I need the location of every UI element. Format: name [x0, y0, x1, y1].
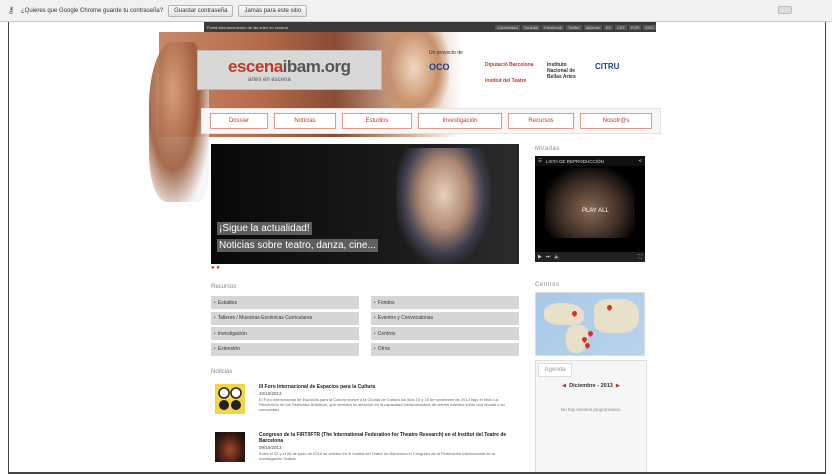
- news-title[interactable]: III Foro Internacional de Espacios para …: [259, 384, 515, 390]
- top-strip-links: Comunidad Youtube Facebook Twitter Idiom…: [495, 24, 656, 30]
- partner-citru-logo[interactable]: CITRU: [595, 62, 619, 71]
- lang-cat[interactable]: CAT: [614, 24, 627, 30]
- video-controls: ▶ ⏭ 🔈 ⛶: [535, 252, 645, 262]
- agenda-empty-message: No hay eventos programados.: [560, 407, 622, 412]
- video-top-bar: ☰ LISTA DE REPRODUCCIÓN ⋖: [535, 156, 645, 166]
- news-body: El Foro Internacional de Espacios para l…: [259, 397, 505, 412]
- noticias-title: Noticias: [211, 369, 233, 375]
- recurso-item[interactable]: Estudios: [211, 296, 359, 309]
- hero-slider[interactable]: ¡Sigue la actualidad! Noticias sobre tea…: [211, 144, 519, 264]
- map-landmass: [544, 303, 584, 325]
- recurso-item[interactable]: Eventos y Convocatorias: [371, 311, 519, 325]
- partners-label: Un proyecto de: [429, 50, 463, 56]
- partners-area: Un proyecto de OCO Diputació Barcelona I…: [429, 50, 659, 90]
- never-save-button[interactable]: Jamás para este sitio: [238, 4, 308, 17]
- nav-investigacion[interactable]: Investigación: [418, 113, 502, 129]
- video-player[interactable]: ☰ LISTA DE REPRODUCCIÓN ⋖ PLAY ALL ▶ ⏭ 🔈…: [535, 156, 645, 262]
- top-link[interactable]: Youtube: [521, 24, 541, 30]
- password-prompt-text: ¿Quieres que Google Chrome guarde tu con…: [21, 7, 164, 14]
- news-date: 09/10/2013: [259, 445, 282, 450]
- partner-diputacio-logo[interactable]: Diputació Barcelona: [485, 62, 535, 68]
- slider-caption-title: ¡Sigue la actualidad!: [217, 222, 312, 235]
- recurso-item[interactable]: Fondos: [371, 296, 519, 309]
- key-icon: ⚷: [7, 5, 15, 15]
- nav-noticias[interactable]: Noticias: [274, 113, 336, 129]
- save-password-button[interactable]: Guardar contraseña: [168, 4, 234, 17]
- partner-institut-logo[interactable]: Institut del Teatre: [485, 78, 526, 84]
- play-icon[interactable]: ▶: [538, 254, 542, 260]
- partner-oco-logo[interactable]: OCO: [429, 62, 450, 72]
- lang-es[interactable]: ES: [603, 24, 613, 30]
- recurso-item[interactable]: Talleres / Muestras Escénicas Curricular…: [211, 311, 359, 325]
- top-link[interactable]: Twitter: [565, 24, 582, 30]
- logo-subtitle: artes en escena: [248, 77, 291, 83]
- close-icon[interactable]: [778, 6, 792, 14]
- logo-text: escenaibam.org: [228, 57, 381, 77]
- miradas-title: Miradas: [535, 146, 560, 152]
- news-thumbnail[interactable]: [215, 432, 245, 462]
- map-landmass: [594, 299, 639, 333]
- centros-map[interactable]: [535, 292, 645, 356]
- top-strip: Portal Iberoamericano de las artes en es…: [204, 22, 656, 32]
- centros-title: Centros: [535, 282, 560, 288]
- logo-red: escena: [228, 57, 283, 76]
- site-logo[interactable]: escenaibam.org artes en escena: [197, 50, 382, 90]
- recursos-title: Recursos: [211, 284, 237, 290]
- nav-nosotros[interactable]: Nosotr@s: [580, 113, 652, 129]
- top-link[interactable]: Facebook: [542, 24, 564, 30]
- nav-recursos[interactable]: Recursos: [508, 113, 574, 129]
- recursos-list: Estudios Fondos Talleres / Muestras Escé…: [211, 296, 523, 356]
- playlist-label: LISTA DE REPRODUCCIÓN: [546, 158, 604, 164]
- partner-inba-logo[interactable]: Instituto Nacional de Bellas Artes: [547, 62, 587, 80]
- news-body: Entre el 22 y el 26 de junio de 2013 se …: [259, 451, 495, 461]
- play-all-label[interactable]: PLAY ALL: [582, 208, 609, 214]
- map-pin-icon[interactable]: [586, 329, 595, 338]
- top-link[interactable]: Comunidad: [495, 24, 520, 30]
- recurso-item[interactable]: Otros: [371, 342, 519, 356]
- news-title[interactable]: Congreso de la FIRT/IFTR (The Internatio…: [259, 432, 515, 444]
- nav-dossier[interactable]: Dossier: [210, 113, 268, 129]
- main-nav: Dossier Noticias Estudios Investigación …: [201, 108, 661, 134]
- browser-viewport: Portal Iberoamericano de las artes en es…: [8, 22, 826, 474]
- news-date: 10/10/2013: [259, 391, 282, 396]
- top-strip-title: Portal Iberoamericano de las artes en es…: [207, 24, 288, 30]
- fullscreen-icon[interactable]: ⛶: [638, 254, 642, 260]
- nav-estudios[interactable]: Estudios: [342, 113, 412, 129]
- logo-grey: ibam.org: [282, 57, 351, 76]
- lang-eng[interactable]: ENG: [643, 24, 656, 30]
- playlist-icon[interactable]: ☰: [538, 158, 542, 164]
- agenda-month: ◀ Diciembre - 2013 ▶: [536, 383, 646, 389]
- recurso-item[interactable]: Investigación: [211, 327, 359, 340]
- escenaibam-site: Portal Iberoamericano de las artes en es…: [149, 22, 663, 474]
- news-item[interactable]: III Foro Internacional de Espacios para …: [215, 384, 515, 424]
- lang-por[interactable]: POR: [628, 24, 642, 30]
- password-prompt-bar: ⚷ ¿Quieres que Google Chrome guarde tu c…: [0, 0, 832, 22]
- prev-month-icon[interactable]: ◀: [562, 383, 566, 389]
- slider-caption-subtitle: Noticias sobre teatro, danza, cine...: [217, 239, 378, 252]
- slider-dancer-image: [396, 148, 491, 264]
- video-thumbnail: [545, 168, 635, 238]
- recurso-item[interactable]: Extensión: [211, 342, 359, 356]
- news-thumbnail[interactable]: [215, 384, 245, 414]
- agenda-month-label: Diciembre - 2013: [569, 383, 613, 389]
- next-icon[interactable]: ⏭: [546, 254, 551, 260]
- share-icon[interactable]: ⋖: [638, 158, 642, 164]
- agenda-tab[interactable]: Agenda: [538, 363, 572, 377]
- slider-dots[interactable]: ● ●: [211, 265, 220, 271]
- volume-icon[interactable]: 🔈: [554, 254, 560, 260]
- next-month-icon[interactable]: ▶: [616, 383, 620, 389]
- recurso-item[interactable]: Centros: [371, 327, 519, 340]
- top-link: Idiomas: [583, 24, 602, 30]
- agenda-widget: Agenda ◀ Diciembre - 2013 ▶ No hay event…: [535, 360, 647, 474]
- news-item[interactable]: Congreso de la FIRT/IFTR (The Internatio…: [215, 432, 515, 472]
